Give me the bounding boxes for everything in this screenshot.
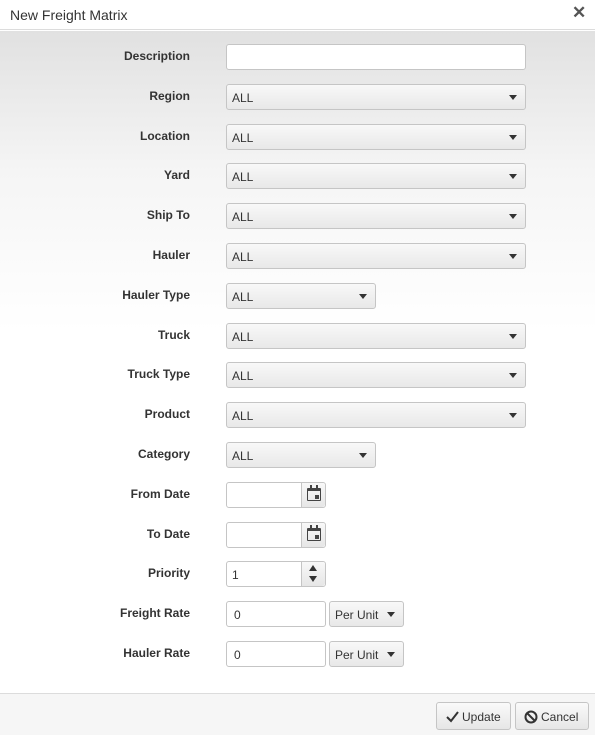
region-label: Region [149, 89, 190, 103]
freight-rate-value: 0 [234, 608, 241, 622]
location-value: ALL [232, 131, 254, 145]
dialog-content: Description Region ALL Location ALL Yard… [0, 31, 595, 693]
hauler-select[interactable]: ALL [226, 243, 526, 269]
cancel-label: Cancel [541, 710, 579, 724]
decrease-arrow-icon[interactable] [302, 574, 325, 586]
priority-label: Priority [147, 566, 190, 580]
check-icon [446, 711, 459, 723]
priority-row: Priority 1 [0, 561, 595, 587]
chevron-down-icon [359, 453, 367, 458]
chevron-down-icon [387, 652, 395, 657]
from-date-input[interactable] [227, 483, 302, 507]
chevron-down-icon [509, 214, 517, 219]
hauler-rate-value: 0 [234, 648, 241, 662]
chevron-down-icon [509, 254, 517, 259]
calendar-icon [307, 525, 321, 541]
truck-type-value: ALL [232, 369, 254, 383]
hauler-rate-input[interactable]: 0 [226, 641, 326, 667]
chevron-down-icon [509, 95, 517, 100]
hauler-type-value: ALL [232, 290, 254, 304]
hauler-value: ALL [232, 250, 254, 264]
chevron-down-icon [509, 135, 517, 140]
hauler-type-select[interactable]: ALL [226, 283, 376, 309]
freight-rate-unit-select[interactable]: Per Unit [329, 601, 404, 627]
region-select[interactable]: ALL [226, 84, 526, 110]
freight-rate-unit-value: Per Unit [335, 608, 379, 622]
yard-value: ALL [232, 170, 254, 184]
freight-rate-row: Freight Rate 0 Per Unit [0, 601, 595, 627]
yard-select[interactable]: ALL [226, 163, 526, 189]
cancel-button[interactable]: Cancel [515, 702, 589, 730]
ship-to-label: Ship To [146, 208, 190, 222]
ship-to-row: Ship To ALL [0, 203, 595, 229]
product-row: Product ALL [0, 402, 595, 428]
hauler-type-row: Hauler Type ALL [0, 283, 595, 309]
priority-value: 1 [232, 568, 239, 582]
hauler-rate-row: Hauler Rate 0 Per Unit [0, 641, 595, 667]
location-label: Location [140, 129, 190, 143]
to-date-input[interactable] [227, 523, 302, 547]
from-date-calendar-button[interactable] [301, 483, 325, 507]
truck-row: Truck ALL [0, 323, 595, 349]
category-value: ALL [232, 449, 254, 463]
chevron-down-icon [359, 294, 367, 299]
region-row: Region ALL [0, 84, 595, 110]
yard-row: Yard ALL [0, 163, 595, 189]
from-date-picker [226, 482, 326, 508]
location-row: Location ALL [0, 124, 595, 150]
description-row: Description [0, 44, 595, 70]
chevron-down-icon [509, 413, 517, 418]
freight-rate-input[interactable]: 0 [226, 601, 326, 627]
hauler-label: Hauler [152, 248, 190, 262]
increase-arrow-icon[interactable] [302, 562, 325, 574]
new-freight-matrix-dialog: New Freight Matrix ✕ Description Region … [0, 0, 595, 735]
ban-icon [524, 710, 538, 724]
hauler-rate-unit-value: Per Unit [335, 648, 379, 662]
description-input[interactable] [226, 44, 526, 70]
calendar-icon [307, 485, 321, 501]
truck-type-row: Truck Type ALL [0, 362, 595, 388]
truck-label: Truck [157, 328, 190, 342]
chevron-down-icon [387, 612, 395, 617]
product-label: Product [144, 407, 190, 421]
priority-spinner [301, 562, 325, 586]
freight-rate-label: Freight Rate [119, 606, 190, 620]
hauler-rate-unit-select[interactable]: Per Unit [329, 641, 404, 667]
truck-type-label: Truck Type [127, 367, 190, 381]
hauler-type-label: Hauler Type [122, 288, 190, 302]
truck-select[interactable]: ALL [226, 323, 526, 349]
ship-to-select[interactable]: ALL [226, 203, 526, 229]
ship-to-value: ALL [232, 210, 254, 224]
hauler-row: Hauler ALL [0, 243, 595, 269]
chevron-down-icon [509, 174, 517, 179]
product-select[interactable]: ALL [226, 402, 526, 428]
from-date-label: From Date [130, 487, 190, 501]
to-date-picker [226, 522, 326, 548]
close-icon[interactable]: ✕ [572, 4, 586, 22]
from-date-row: From Date [0, 482, 595, 508]
priority-stepper[interactable]: 1 [226, 561, 326, 587]
location-select[interactable]: ALL [226, 124, 526, 150]
yard-label: Yard [163, 168, 190, 182]
to-date-label: To Date [146, 527, 190, 541]
truck-value: ALL [232, 330, 254, 344]
region-value: ALL [232, 91, 254, 105]
dialog-title: New Freight Matrix [10, 7, 128, 23]
chevron-down-icon [509, 334, 517, 339]
update-label: Update [462, 710, 501, 724]
product-value: ALL [232, 409, 254, 423]
description-label: Description [123, 49, 190, 63]
chevron-down-icon [509, 373, 517, 378]
update-button[interactable]: Update [436, 702, 511, 730]
category-label: Category [137, 447, 190, 461]
category-row: Category ALL [0, 442, 595, 468]
to-date-calendar-button[interactable] [301, 523, 325, 547]
to-date-row: To Date [0, 522, 595, 548]
truck-type-select[interactable]: ALL [226, 362, 526, 388]
hauler-rate-label: Hauler Rate [123, 646, 190, 660]
dialog-footer: Update Cancel [0, 693, 595, 735]
dialog-titlebar: New Freight Matrix ✕ [0, 0, 595, 30]
category-select[interactable]: ALL [226, 442, 376, 468]
